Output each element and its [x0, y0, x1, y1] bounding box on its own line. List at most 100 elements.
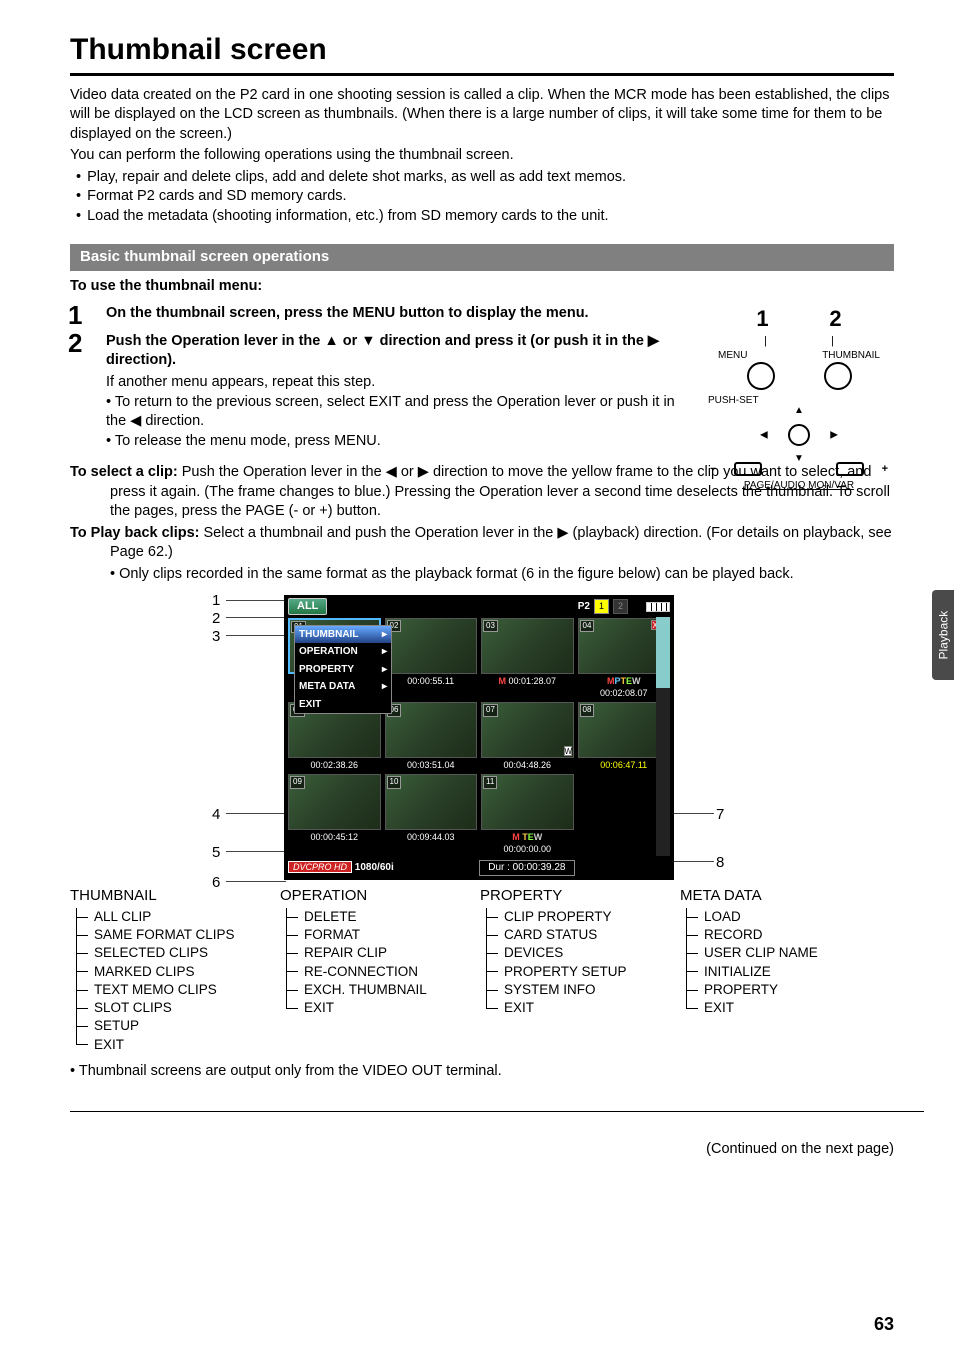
p2-label: P2	[578, 600, 590, 614]
tree-delete: DELETE	[294, 908, 470, 926]
thumbnail-knob-icon	[824, 362, 852, 390]
cell-11-num: 11	[483, 776, 497, 789]
tree-prop-exit: EXIT	[494, 999, 670, 1017]
step-2-note: If another menu appears, repeat this ste…	[106, 373, 690, 393]
cell-07-w-icon: W	[564, 746, 572, 756]
thumb-cell-10: 10	[385, 774, 478, 830]
page-plus-button-icon	[836, 462, 864, 476]
format-text: 1080/60i	[355, 862, 394, 873]
intro-block: Video data created on the P2 card in one…	[70, 86, 894, 166]
menu-tree: THUMBNAIL ALL CLIP SAME FORMAT CLIPS SEL…	[70, 886, 894, 1054]
cell-07-num: 07	[483, 704, 498, 717]
slot-2-indicator: 2	[613, 599, 628, 613]
tc-r2-1: 00:02:38.26	[288, 758, 381, 772]
title-rule	[70, 73, 894, 76]
side-tab-label: Playback	[935, 611, 951, 660]
intro-bullets: Play, repair and delete clips, add and d…	[70, 168, 894, 227]
cell-10-num: 10	[387, 776, 402, 789]
play-note-text: Only clips recorded in the same format a…	[119, 566, 794, 582]
tree-metadata-list: LOAD RECORD USER CLIP NAME INITIALIZE PR…	[694, 908, 850, 1017]
popup-item-metadata: META DATA▸	[295, 678, 391, 696]
popup-item-exit: EXIT	[295, 696, 391, 714]
tree-initialize: INITIALIZE	[694, 963, 850, 981]
cell-03-num: 03	[483, 620, 498, 633]
section-header: Basic thumbnail screen operations	[70, 244, 894, 270]
step-2-text: Push the Operation lever in the ▲ or ▼ d…	[106, 332, 690, 371]
popup-header: THUMBNAIL▸	[295, 626, 391, 644]
tree-repair: REPAIR CLIP	[294, 944, 470, 962]
tree-load: LOAD	[694, 908, 850, 926]
tree-op-exit: EXIT	[294, 999, 470, 1017]
tc-r2-2: 00:03:51.04	[385, 758, 478, 772]
battery-icon	[646, 602, 670, 612]
tree-clip-property: CLIP PROPERTY	[494, 908, 670, 926]
tree-all-clip: ALL CLIP	[84, 908, 270, 926]
diagram-callout-2: 2	[829, 304, 841, 334]
filter-all-badge: ALL	[288, 598, 327, 615]
side-tab-playback: Playback	[932, 590, 954, 680]
slot-1-indicator: 1	[594, 599, 609, 613]
diagram-label-thumbnail: THUMBNAIL	[822, 349, 880, 363]
tc-r1-3: 00:01:28.07	[508, 676, 556, 686]
callout-4: 4	[212, 805, 220, 825]
tree-record: RECORD	[694, 926, 850, 944]
tree-text-memo: TEXT MEMO CLIPS	[84, 981, 270, 999]
tree-format: FORMAT	[294, 926, 470, 944]
scrollbar-icon	[656, 617, 670, 856]
continued-text: (Continued on the next page)	[70, 1140, 894, 1160]
tree-system-info: SYSTEM INFO	[494, 981, 670, 999]
control-diagram: 1 2 || MENU THUMBNAIL PUSH-SET ▲ ◀ ▶ ▼ −…	[704, 304, 894, 492]
tree-head-thumbnail: THUMBNAIL	[70, 886, 270, 906]
tc-r2-3: 00:04:48.26	[481, 758, 574, 772]
tree-operation-list: DELETE FORMAT REPAIR CLIP RE-CONNECTION …	[294, 908, 470, 1017]
sub-header: To use the thumbnail menu:	[70, 277, 894, 297]
tree-slot-clips: SLOT CLIPS	[84, 999, 270, 1017]
bullet-load-metadata: Load the metadata (shooting information,…	[76, 207, 894, 227]
plus-label: +	[882, 462, 888, 477]
cell-04-indicators: MPTEW	[607, 676, 641, 686]
footer-rule	[70, 1111, 924, 1112]
thumbnail-screenshot: 1 2 3 4 5 6 7 8 ALL P2 1 2 01 02 03 04	[70, 595, 894, 880]
popup-item-property: PROPERTY▸	[295, 661, 391, 679]
tree-meta-exit: EXIT	[694, 999, 850, 1017]
intro-p2: You can perform the following operations…	[70, 146, 894, 166]
menu-knob-icon	[747, 362, 775, 390]
to-play-label: To Play back clips:	[70, 525, 199, 541]
diagram-label-menu: MENU	[718, 349, 747, 363]
cell-09-num: 09	[290, 776, 305, 789]
step-2-bullet-1: To return to the previous screen, select…	[106, 393, 690, 432]
step-2-bullet-2: To release the menu mode, press MENU.	[106, 432, 690, 452]
tree-card-status: CARD STATUS	[494, 926, 670, 944]
operation-lever-icon: ▲ ◀ ▶ ▼	[764, 410, 834, 460]
thumb-cell-02: 02	[385, 618, 478, 674]
tree-head-metadata: META DATA	[680, 886, 850, 906]
thumb-cell-11: 11	[481, 774, 574, 830]
thumb-cell-03: 03	[481, 618, 574, 674]
callout-7: 7	[716, 805, 724, 825]
thumb-cell-06: 06	[385, 702, 478, 758]
callout-5: 5	[212, 843, 220, 863]
popup-item-operation: OPERATION▸	[295, 643, 391, 661]
tc-r3-3: 00:00:00.00	[503, 844, 551, 854]
steps-area: 1 On the thumbnail screen, press the MEN…	[70, 304, 894, 451]
step-1: 1 On the thumbnail screen, press the MEN…	[70, 304, 690, 324]
format-badge: DVCPRO HD	[288, 861, 352, 873]
cell-03-m-icon: M	[498, 676, 506, 686]
tree-head-property: PROPERTY	[480, 886, 670, 906]
page-number: 63	[874, 1312, 894, 1336]
tree-thumb-exit: EXIT	[84, 1036, 270, 1054]
step-2: 2 Push the Operation lever in the ▲ or ▼…	[70, 332, 690, 451]
intro-p1: Video data created on the P2 card in one…	[70, 86, 894, 145]
duration-box: Dur : 00:00:39.28	[479, 860, 574, 876]
bullet-format: Format P2 cards and SD memory cards.	[76, 187, 894, 207]
tree-setup: SETUP	[84, 1017, 270, 1035]
page-title: Thumbnail screen	[70, 30, 894, 71]
tc-r3-1: 00:00:45:12	[288, 830, 381, 856]
to-play-body: Select a thumbnail and push the Operatio…	[110, 525, 892, 561]
tree-marked-clips: MARKED CLIPS	[84, 963, 270, 981]
tree-exch-thumb: EXCH. THUMBNAIL	[294, 981, 470, 999]
tree-thumbnail-list: ALL CLIP SAME FORMAT CLIPS SELECTED CLIP…	[84, 908, 270, 1054]
play-note: • Only clips recorded in the same format…	[70, 565, 894, 585]
page-minus-button-icon	[734, 462, 762, 476]
to-select-label: To select a clip:	[70, 464, 178, 480]
